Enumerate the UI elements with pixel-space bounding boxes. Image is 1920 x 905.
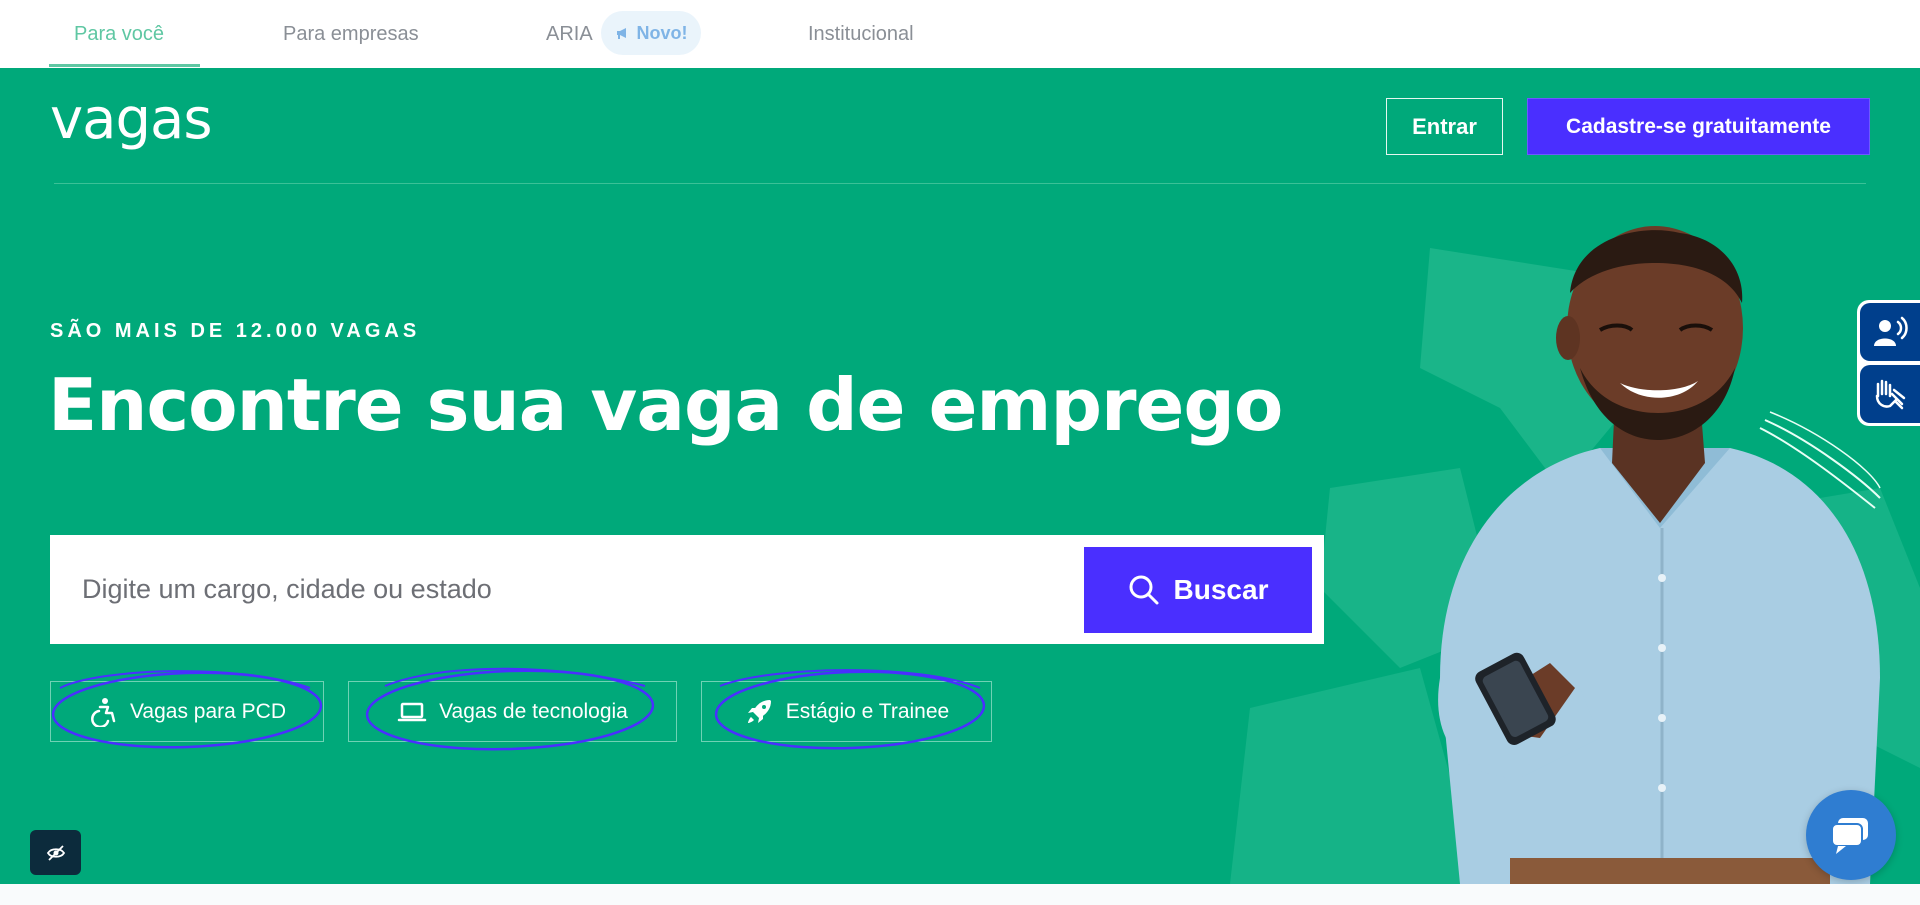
eye-slash-icon: [46, 844, 65, 861]
header-divider: [54, 183, 1866, 184]
sign-language-button[interactable]: [1860, 365, 1920, 423]
chat-icon: [1831, 818, 1868, 854]
search-button-label: Buscar: [1173, 574, 1269, 605]
visibility-toggle-button[interactable]: [30, 830, 81, 875]
chip-label: Vagas de tecnologia: [439, 699, 628, 723]
search-bar: Buscar: [50, 535, 1324, 644]
voice-reader-button[interactable]: [1860, 303, 1920, 361]
tab-institucional[interactable]: Institucional: [808, 0, 914, 68]
vagas-logo[interactable]: vagas: [50, 92, 212, 148]
novo-badge-label: Novo!: [636, 22, 688, 43]
chat-button[interactable]: [1806, 790, 1896, 880]
page-bottom-strip: [0, 884, 1920, 905]
chip-label: Estágio e Trainee: [785, 699, 950, 723]
hero-section: vagas Entrar Cadastre-se gratuitamente S…: [0, 68, 1920, 884]
chip-vagas-tecnologia[interactable]: Vagas de tecnologia: [348, 681, 677, 742]
tab-aria[interactable]: ARIA: [546, 0, 593, 68]
search-button[interactable]: Buscar: [1084, 547, 1312, 633]
search-input[interactable]: [82, 535, 1082, 644]
hero-eyebrow: SÃO MAIS DE 12.000 VAGAS: [50, 320, 421, 342]
chip-vagas-pcd[interactable]: Vagas para PCD: [50, 681, 324, 742]
megaphone-icon: [616, 28, 626, 39]
person-with-phone-image: [1438, 226, 1880, 884]
chip-estagio-trainee[interactable]: Estágio e Trainee: [701, 681, 992, 742]
active-tab-indicator: [49, 64, 200, 67]
tab-para-voce[interactable]: Para você: [74, 0, 164, 68]
accessibility-widget: [1857, 300, 1920, 426]
tab-para-empresas[interactable]: Para empresas: [283, 0, 419, 68]
top-navigation: Para você Para empresas ARIA Novo! Insti…: [0, 0, 1920, 68]
login-button[interactable]: Entrar: [1386, 98, 1503, 155]
wheelchair-icon: [91, 697, 116, 727]
novo-badge[interactable]: Novo!: [601, 11, 701, 55]
laptop-icon: [397, 702, 427, 721]
chip-label: Vagas para PCD: [129, 699, 287, 723]
voice-reader-icon: [1874, 316, 1908, 346]
sign-language-icon: [1875, 379, 1906, 410]
hero-headline: Encontre sua vaga de emprego: [48, 363, 1283, 447]
signup-button[interactable]: Cadastre-se gratuitamente: [1527, 98, 1870, 155]
search-icon: [1129, 575, 1159, 605]
rocket-icon: [747, 699, 771, 723]
